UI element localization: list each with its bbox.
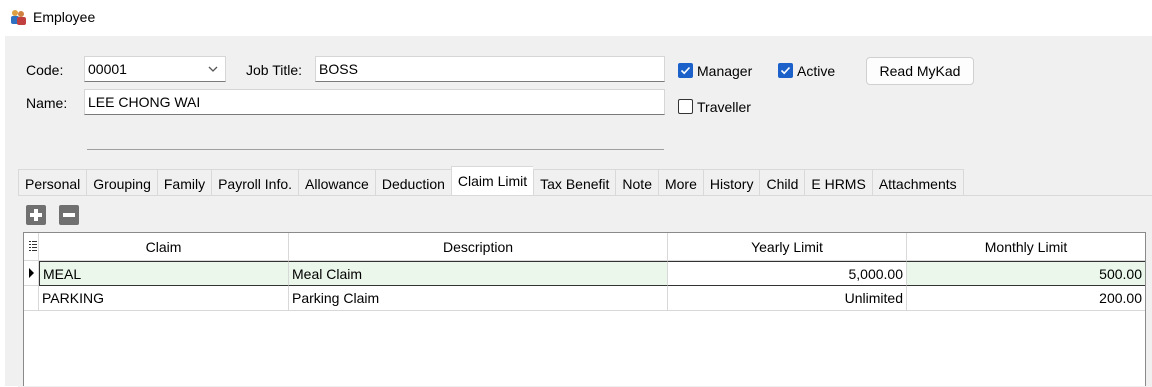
traveller-label[interactable]: Traveller [697, 99, 751, 115]
grid-header: Claim Description Yearly Limit Monthly L… [24, 233, 1145, 261]
manager-label[interactable]: Manager [697, 63, 752, 79]
cell-claim[interactable]: MEAL [39, 261, 289, 286]
manager-checkbox[interactable] [678, 63, 693, 78]
chevron-down-icon[interactable] [201, 57, 225, 81]
tab-history[interactable]: History [702, 169, 760, 196]
code-combo[interactable]: 00001 [84, 56, 226, 82]
read-mykad-button[interactable]: Read MyKad [866, 57, 974, 85]
tab-child[interactable]: Child [759, 169, 805, 196]
tab-more[interactable]: More [657, 169, 703, 196]
active-checkbox[interactable] [778, 63, 793, 78]
name-label: Name: [26, 95, 68, 111]
title-bar: Employee [0, 0, 1152, 36]
tab-e-hrms[interactable]: E HRMS [804, 169, 872, 196]
tab-deduction[interactable]: Deduction [374, 169, 451, 196]
cell-description[interactable]: Parking Claim [289, 286, 668, 311]
job-title-input[interactable]: BOSS [315, 56, 665, 82]
claim-limit-grid[interactable]: Claim Description Yearly Limit Monthly L… [23, 232, 1146, 386]
tab-claim-limit[interactable]: Claim Limit [450, 166, 534, 196]
plus-icon[interactable] [26, 205, 46, 225]
tab-payroll-info[interactable]: Payroll Info. [211, 169, 299, 196]
window-title: Employee [33, 9, 96, 25]
empty-field-line[interactable] [87, 149, 664, 150]
job-title-label: Job Title: [246, 62, 303, 78]
column-header-monthly-limit[interactable]: Monthly Limit [907, 233, 1145, 261]
tab-note[interactable]: Note [615, 169, 658, 196]
code-label: Code: [26, 62, 64, 78]
tab-allowance[interactable]: Allowance [298, 169, 375, 196]
column-header-yearly-limit[interactable]: Yearly Limit [668, 233, 907, 261]
active-label[interactable]: Active [797, 63, 835, 79]
minus-icon[interactable] [59, 205, 79, 225]
column-chooser-glyph [28, 241, 37, 251]
code-value: 00001 [88, 61, 127, 77]
cell-yearly-limit[interactable]: Unlimited [668, 286, 907, 311]
tab-family[interactable]: Family [156, 169, 212, 196]
tab-grouping[interactable]: Grouping [86, 169, 157, 196]
traveller-checkbox[interactable] [678, 99, 693, 114]
employees-icon [11, 10, 26, 25]
row-pointer-icon [24, 261, 39, 286]
name-input[interactable]: LEE CHONG WAI [84, 89, 665, 115]
checkmark-icon [780, 66, 791, 75]
table-row[interactable]: MEAL Meal Claim 5,000.00 500.00 [24, 261, 1145, 286]
row-indicator [24, 286, 39, 311]
tab-personal[interactable]: Personal [18, 169, 87, 196]
row-pointer-glyph [29, 268, 34, 278]
column-chooser-icon[interactable] [24, 233, 39, 261]
tab-strip: Personal Grouping Family Payroll Info. A… [18, 166, 964, 196]
tab-tax-benefit[interactable]: Tax Benefit [533, 169, 616, 196]
cell-description[interactable]: Meal Claim [289, 261, 668, 286]
checkmark-icon [680, 66, 691, 75]
cell-yearly-limit[interactable]: 5,000.00 [668, 261, 907, 286]
table-row[interactable]: PARKING Parking Claim Unlimited 200.00 [24, 286, 1145, 311]
tab-attachments[interactable]: Attachments [871, 169, 964, 196]
cell-monthly-limit[interactable]: 500.00 [907, 261, 1145, 286]
column-header-description[interactable]: Description [289, 233, 668, 261]
column-header-claim[interactable]: Claim [39, 233, 289, 261]
cell-monthly-limit[interactable]: 200.00 [907, 286, 1145, 311]
cell-claim[interactable]: PARKING [39, 286, 289, 311]
